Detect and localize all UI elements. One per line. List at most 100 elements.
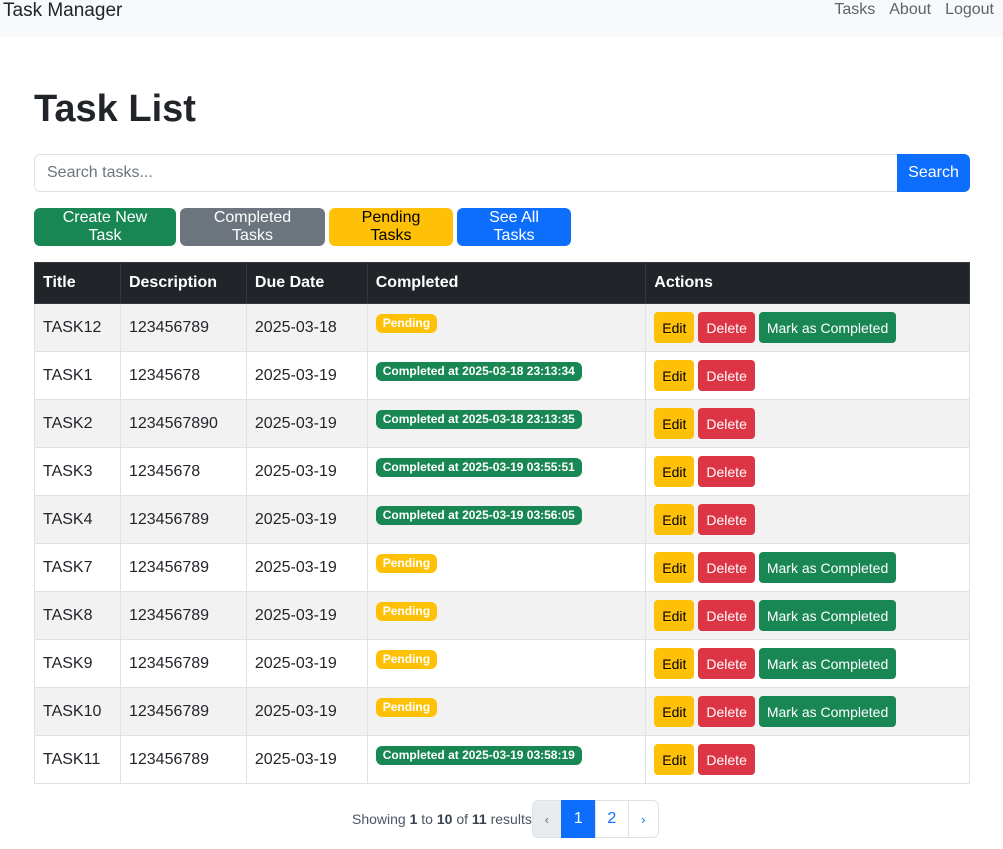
brand-logo[interactable]: Task Manager: [3, 0, 122, 23]
edit-button[interactable]: Edit: [654, 504, 695, 535]
header-due-date: Due Date: [245, 262, 368, 304]
cell-title: TASK9: [34, 639, 121, 688]
nav-link-tasks[interactable]: Tasks: [834, 0, 875, 21]
delete-button[interactable]: Delete: [698, 504, 755, 535]
cell-due-date: 2025-03-19: [245, 591, 368, 640]
cell-title: TASK10: [34, 687, 121, 736]
mark-completed-button[interactable]: Mark as Completed: [758, 600, 897, 631]
prev-page-button[interactable]: ‹: [531, 800, 562, 838]
delete-button[interactable]: Delete: [698, 744, 755, 775]
search-button[interactable]: Search: [897, 154, 970, 192]
delete-button[interactable]: Delete: [698, 696, 755, 727]
next-page-button[interactable]: ›: [627, 800, 659, 838]
status-badge: Completed at 2025-03-18 23:13:34: [375, 362, 582, 381]
delete-button[interactable]: Delete: [698, 600, 755, 631]
task-table-body: TASK12 123456789 2025-03-18 Pending Edit Dele…: [34, 303, 970, 784]
page-2-button[interactable]: 2: [594, 800, 629, 838]
cell-completed: Pending: [366, 591, 647, 640]
mark-completed-button[interactable]: Mark as Completed: [758, 312, 897, 343]
delete-button[interactable]: Delete: [698, 360, 755, 391]
results-to-word: to: [421, 811, 433, 827]
nav-link-logout[interactable]: Logout: [945, 0, 994, 21]
cell-completed: Pending: [366, 639, 647, 688]
status-badge: Pending: [375, 602, 438, 621]
edit-button[interactable]: Edit: [654, 312, 695, 343]
search-form: Search: [34, 154, 970, 192]
pagination-area: Showing 1 to 10 of 11 results ‹ 1 2 ›: [352, 800, 659, 838]
header-completed: Completed: [366, 262, 647, 304]
cell-description: 123456789: [119, 495, 247, 544]
table-row: TASK9 123456789 2025-03-19 Pending Edit Delet…: [34, 639, 970, 688]
edit-button[interactable]: Edit: [654, 600, 695, 631]
cell-due-date: 2025-03-19: [245, 639, 368, 688]
row-actions: Edit Delete Mark as Completed: [654, 696, 961, 727]
cell-due-date: 2025-03-19: [245, 447, 368, 496]
task-table: Title Description Due Date Completed Act…: [34, 262, 970, 784]
status-badge: Pending: [375, 554, 438, 573]
cell-actions: Edit Delete: [645, 735, 970, 784]
cell-actions: Edit Delete: [645, 399, 970, 448]
cell-description: 123456789: [119, 639, 247, 688]
mark-completed-button[interactable]: Mark as Completed: [758, 648, 897, 679]
cell-completed: Pending: [366, 303, 647, 352]
cell-title: TASK7: [34, 543, 121, 592]
status-badge: Completed at 2025-03-19 03:55:51: [375, 458, 582, 477]
cell-completed: Completed at 2025-03-19 03:56:05: [366, 495, 647, 544]
delete-button[interactable]: Delete: [698, 552, 755, 583]
cell-actions: Edit Delete: [645, 495, 970, 544]
mark-completed-button[interactable]: Mark as Completed: [758, 696, 897, 727]
all-tasks-button[interactable]: See All Tasks: [457, 208, 571, 246]
nav-link-about[interactable]: About: [889, 0, 931, 21]
cell-title: TASK11: [34, 735, 121, 784]
filter-bar: Create New Task Completed Tasks Pending …: [34, 208, 571, 246]
table-row: TASK8 123456789 2025-03-19 Pending Edit Delet…: [34, 591, 970, 640]
cell-due-date: 2025-03-18: [245, 303, 368, 352]
page-title: Task List: [34, 88, 196, 130]
header-description: Description: [119, 262, 247, 304]
row-actions: Edit Delete Mark as Completed: [654, 312, 961, 343]
edit-button[interactable]: Edit: [654, 552, 695, 583]
results-to: 10: [436, 811, 453, 827]
results-from: 1: [409, 811, 418, 827]
table-row: TASK10 123456789 2025-03-19 Pending Edit Dele…: [34, 687, 970, 736]
edit-button[interactable]: Edit: [654, 456, 695, 487]
delete-button[interactable]: Delete: [698, 408, 755, 439]
cell-completed: Completed at 2025-03-18 23:13:34: [366, 351, 647, 400]
cell-title: TASK8: [34, 591, 121, 640]
table-row: TASK2 1234567890 2025-03-19 Completed at 20…: [34, 399, 970, 448]
edit-button[interactable]: Edit: [654, 696, 695, 727]
header-actions: Actions: [645, 262, 970, 304]
delete-button[interactable]: Delete: [698, 648, 755, 679]
row-actions: Edit Delete Mark as Completed: [654, 600, 961, 631]
page-1-button[interactable]: 1: [560, 800, 596, 838]
table-row: TASK4 123456789 2025-03-19 Completed at 202…: [34, 495, 970, 544]
edit-button[interactable]: Edit: [654, 648, 695, 679]
create-task-button[interactable]: Create New Task: [34, 208, 176, 246]
cell-due-date: 2025-03-19: [245, 735, 368, 784]
cell-description: 1234567890: [119, 399, 247, 448]
table-row: TASK3 12345678 2025-03-19 Completed at 2025…: [34, 447, 970, 496]
pending-tasks-button[interactable]: Pending Tasks: [329, 208, 453, 246]
table-row: TASK12 123456789 2025-03-18 Pending Edit Dele…: [34, 303, 970, 352]
results-summary: Showing 1 to 10 of 11 results: [352, 811, 532, 827]
navbar: Task Manager Tasks About Logout: [0, 0, 1003, 37]
search-input[interactable]: [34, 154, 897, 192]
cell-due-date: 2025-03-19: [245, 351, 368, 400]
cell-title: TASK3: [34, 447, 121, 496]
table-row: TASK1 12345678 2025-03-19 Completed at 2025…: [34, 351, 970, 400]
edit-button[interactable]: Edit: [654, 360, 695, 391]
cell-description: 123456789: [119, 543, 247, 592]
cell-title: TASK2: [34, 399, 121, 448]
row-actions: Edit Delete Mark as Completed: [654, 552, 961, 583]
cell-description: 123456789: [119, 735, 247, 784]
edit-button[interactable]: Edit: [654, 408, 695, 439]
cell-actions: Edit Delete Mark as Completed: [645, 639, 970, 688]
cell-due-date: 2025-03-19: [245, 543, 368, 592]
edit-button[interactable]: Edit: [654, 744, 695, 775]
delete-button[interactable]: Delete: [698, 456, 755, 487]
cell-actions: Edit Delete Mark as Completed: [645, 687, 970, 736]
mark-completed-button[interactable]: Mark as Completed: [758, 552, 897, 583]
status-badge: Pending: [375, 314, 438, 333]
completed-tasks-button[interactable]: Completed Tasks: [180, 208, 325, 246]
delete-button[interactable]: Delete: [698, 312, 755, 343]
